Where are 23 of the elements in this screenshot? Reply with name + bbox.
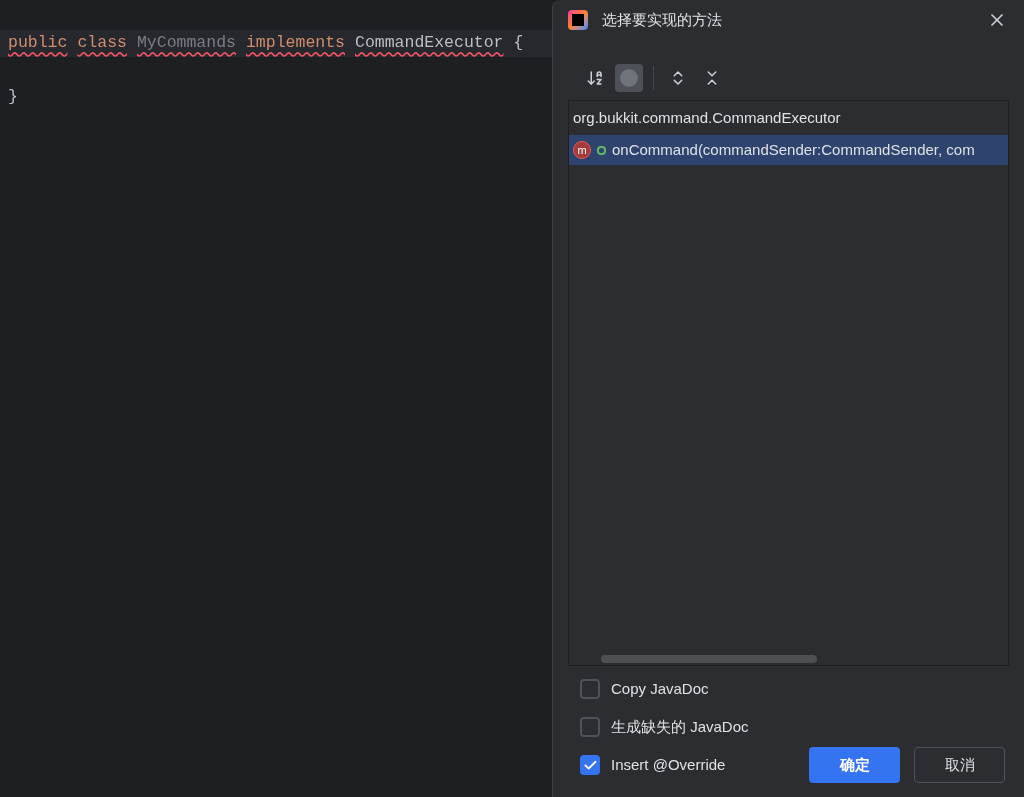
sort-alphabetical-icon (586, 69, 604, 87)
code-token: { (513, 32, 524, 55)
code-token: class (77, 32, 127, 55)
method-signature: onCommand(commandSender:CommandSender, com (612, 139, 975, 160)
checkbox-label: 生成缺失的 JavaDoc (611, 716, 749, 737)
checkbox[interactable] (580, 679, 600, 699)
code-token: public (8, 32, 68, 55)
method-row[interactable]: m onCommand(commandSender:CommandSender, com (569, 135, 1008, 165)
cancel-button[interactable]: 取消 (914, 747, 1005, 783)
code-token: } (8, 86, 18, 109)
checkbox-label: Copy JavaDoc (611, 678, 709, 699)
app-logo-icon (568, 10, 588, 30)
method-icon: m (573, 141, 591, 159)
checkbox[interactable] (580, 717, 600, 737)
dialog-title: 选择要实现的方法 (602, 9, 723, 30)
confirm-button[interactable]: 确定 (809, 747, 900, 783)
tree-group-label: org.bukkit.command.CommandExecutor (572, 107, 842, 128)
code-token: CommandExecutor (355, 32, 504, 55)
code-token: implements (245, 32, 345, 55)
checkbox[interactable] (580, 755, 600, 775)
checkbox-label: Insert @Override (611, 754, 726, 775)
horizontal-scrollbar[interactable] (601, 655, 817, 663)
code-token: MyCommands (136, 32, 236, 55)
